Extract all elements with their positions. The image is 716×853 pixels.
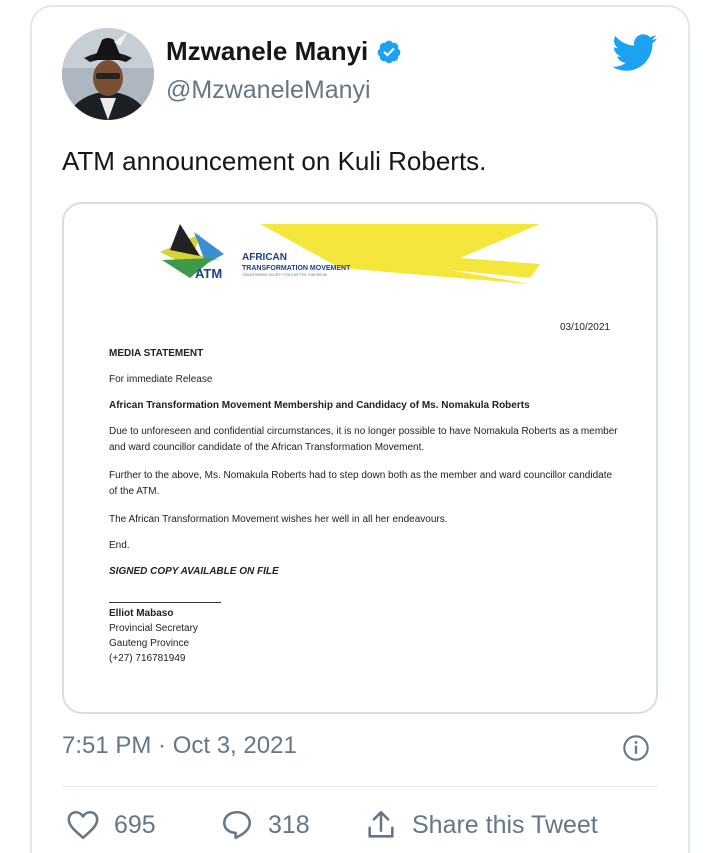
share-button[interactable]: Share this Tweet [364, 808, 598, 842]
statement-subject: African Transformation Movement Membersh… [109, 400, 530, 411]
svg-text:ATM: ATM [195, 266, 222, 281]
divider [62, 786, 658, 787]
reply-count: 318 [268, 810, 310, 839]
signatory-role: Provincial Secretary [109, 623, 198, 634]
twitter-bird-icon[interactable] [612, 34, 658, 72]
statement-date: 03/10/2021 [559, 322, 610, 333]
signatory-name: Elliot Mabaso [109, 608, 174, 619]
like-button[interactable]: 695 [66, 808, 156, 842]
display-name-row[interactable]: Mzwanele Manyi [166, 36, 402, 67]
share-label: Share this Tweet [412, 810, 598, 839]
svg-text:TRANSFORMATION MOVEMENT: TRANSFORMATION MOVEMENT [242, 265, 351, 272]
handle[interactable]: @MzwaneleManyi [166, 76, 371, 105]
statement-paragraph-2: Further to the above, Ms. Nomakula Rober… [109, 470, 613, 497]
statement-paragraph-3: The African Transformation Movement wish… [109, 514, 448, 525]
signatory-phone: (+27) 716781949 [109, 653, 186, 664]
share-icon [368, 810, 394, 838]
tweet-timestamp[interactable]: 7:51 PM · Oct 3, 2021 [62, 732, 297, 760]
signed-copy-note: SIGNED COPY AVAILABLE ON FILE [109, 566, 279, 577]
reply-button[interactable]: 318 [220, 808, 310, 842]
atm-logo: ATM AFRICAN TRANSFORMATION MOVEMENT TRAN… [160, 224, 540, 284]
display-name[interactable]: Mzwanele Manyi [166, 36, 368, 67]
release-line: For immediate Release [109, 374, 213, 385]
statement-paragraph-1: Due to unforeseen and confidential circu… [109, 426, 618, 453]
like-count: 695 [114, 810, 156, 839]
heart-icon [67, 810, 99, 840]
tweet-text: ATM announcement on Kuli Roberts. [62, 146, 487, 176]
avatar[interactable] [62, 28, 154, 120]
signatory-province: Gauteng Province [109, 638, 190, 649]
reply-icon [222, 810, 252, 840]
signature-line [109, 602, 221, 603]
statement-heading: MEDIA STATEMENT [109, 348, 204, 359]
press-statement-document: ATM AFRICAN TRANSFORMATION MOVEMENT TRAN… [64, 204, 656, 712]
statement-end: End. [109, 540, 130, 551]
tweet-image[interactable]: ATM AFRICAN TRANSFORMATION MOVEMENT TRAN… [62, 202, 658, 714]
svg-text:TRANSFORMING SOCIETY FOR A BET: TRANSFORMING SOCIETY FOR A BETTER TOMORR… [242, 273, 327, 277]
svg-text:AFRICAN: AFRICAN [242, 252, 287, 263]
info-icon[interactable] [622, 734, 650, 762]
verified-icon [377, 40, 401, 63]
